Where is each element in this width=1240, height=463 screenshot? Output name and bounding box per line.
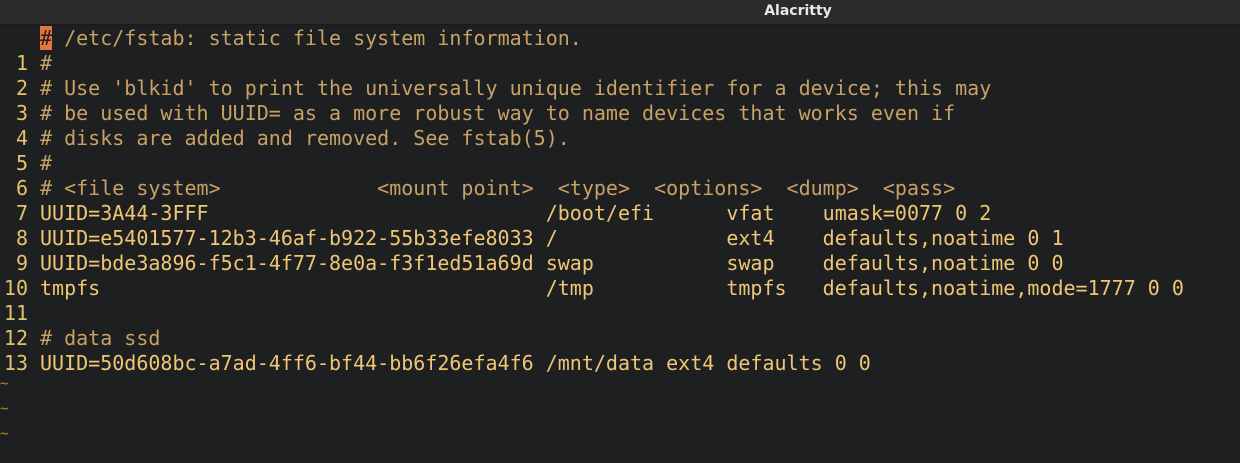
- comment-text: # disks are added and removed. See fstab…: [40, 126, 570, 151]
- line-content: tmpfs /tmp tmpfs defaults,noatime,mode=1…: [40, 276, 1184, 300]
- line-number: 10: [3, 276, 28, 300]
- line-number: 4: [15, 126, 28, 150]
- editor-line[interactable]: # /etc/fstab: static file system informa…: [0, 26, 1240, 51]
- line-content: UUID=bde3a896-f5c1-4f77-8e0a-f3f1ed51a69…: [40, 251, 1064, 275]
- comment-text: # be used with UUID= as a more robust wa…: [40, 101, 955, 126]
- fstab-entry-text: UUID=bde3a896-f5c1-4f77-8e0a-f3f1ed51a69…: [40, 251, 1064, 276]
- editor-line[interactable]: 11: [0, 301, 1240, 326]
- line-number: 11: [3, 301, 28, 325]
- empty-line: ~: [0, 397, 1240, 422]
- line-content: # data ssd: [40, 326, 161, 350]
- line-content: # Use 'blkid' to print the universally u…: [40, 76, 992, 100]
- line-content: #: [40, 51, 53, 75]
- comment-text: # /etc/fstab: static file system informa…: [40, 26, 582, 51]
- line-content: #: [40, 151, 53, 175]
- editor-line[interactable]: 4 # disks are added and removed. See fsta…: [0, 126, 1240, 151]
- line-content: UUID=3A44-3FFF /boot/efi vfat umask=0077…: [40, 201, 992, 225]
- fstab-entry-text: UUID=e5401577-12b3-46af-b922-55b33efe803…: [40, 226, 1064, 251]
- comment-text: # data ssd: [40, 326, 160, 351]
- fstab-entry-text: tmpfs /tmp tmpfs defaults,noatime,mode=1…: [40, 276, 1184, 301]
- line-content: UUID=e5401577-12b3-46af-b922-55b33efe803…: [40, 226, 1064, 250]
- line-number: 3: [15, 101, 28, 125]
- comment-text: #: [40, 51, 52, 76]
- line-number: 6: [15, 176, 28, 200]
- editor-line[interactable]: 3 # be used with UUID= as a more robust w…: [0, 101, 1240, 126]
- line-number: 8: [15, 226, 28, 250]
- terminal-window: Alacritty # /etc/fstab: static file syst…: [0, 0, 1240, 463]
- empty-line: ~: [0, 422, 1240, 447]
- comment-text: # <file system> <mount point> <type> <op…: [40, 176, 955, 201]
- comment-text: # Use 'blkid' to print the universally u…: [40, 76, 991, 101]
- editor-line[interactable]: 8 UUID=e5401577-12b3-46af-b922-55b33efe80…: [0, 226, 1240, 251]
- line-number: 7: [15, 201, 28, 225]
- empty-line: ~: [0, 372, 1240, 397]
- window-title: Alacritty: [764, 3, 832, 19]
- title-bar[interactable]: Alacritty: [0, 0, 1240, 25]
- editor-line[interactable]: 7 UUID=3A44-3FFF /boot/efi vfat umask=007…: [0, 201, 1240, 226]
- line-number: 1: [15, 51, 28, 75]
- editor-line[interactable]: 12 # data ssd: [0, 326, 1240, 351]
- editor-line[interactable]: 6 # <file system> <mount point> <type> <o…: [0, 176, 1240, 201]
- line-content: # be used with UUID= as a more robust wa…: [40, 101, 956, 125]
- line-content: # <file system> <mount point> <type> <op…: [40, 176, 956, 200]
- editor-line[interactable]: 5 #: [0, 151, 1240, 176]
- comment-text: #: [40, 151, 52, 176]
- tilde-marker: ~: [0, 401, 9, 417]
- line-content: /etc/fstab: static file system informati…: [52, 26, 582, 50]
- fstab-entry-text: UUID=3A44-3FFF /boot/efi vfat umask=0077…: [40, 201, 991, 226]
- text-cursor: #: [40, 26, 53, 50]
- text-editor[interactable]: # /etc/fstab: static file system informa…: [0, 26, 1240, 463]
- line-number: 2: [15, 76, 28, 100]
- editor-line[interactable]: 1 #: [0, 51, 1240, 76]
- line-content: # disks are added and removed. See fstab…: [40, 126, 570, 150]
- line-number: 5: [15, 151, 28, 175]
- tilde-marker: ~: [0, 376, 9, 392]
- editor-line[interactable]: 2 # Use 'blkid' to print the universally …: [0, 76, 1240, 101]
- editor-line[interactable]: 10 tmpfs /tmp tmpfs defaults,noatime,mode…: [0, 276, 1240, 301]
- line-number: 9: [15, 251, 28, 275]
- line-number: 12: [3, 326, 28, 350]
- tilde-marker: ~: [0, 426, 9, 442]
- editor-line[interactable]: 9 UUID=bde3a896-f5c1-4f77-8e0a-f3f1ed51a6…: [0, 251, 1240, 276]
